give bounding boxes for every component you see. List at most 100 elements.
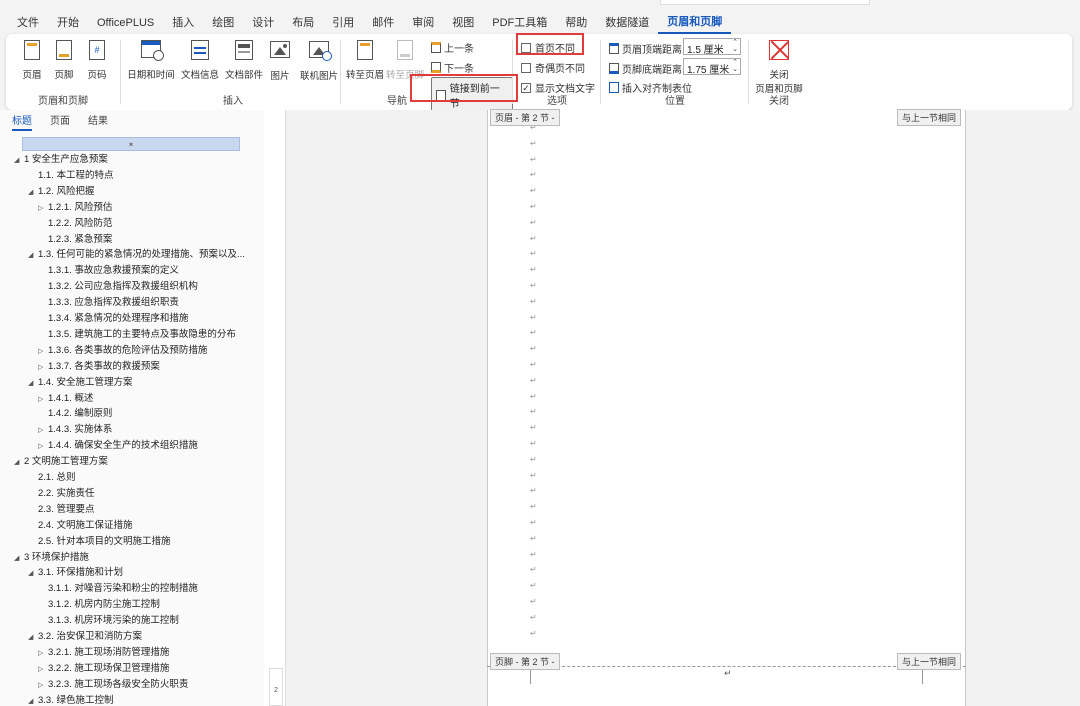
tree-item[interactable]: ▷ 1.4.3. 实施体系 bbox=[38, 422, 112, 438]
goto-header-button[interactable]: 转至页眉 bbox=[345, 38, 385, 81]
tree-item[interactable]: ◢ 3 环境保护措施 bbox=[14, 550, 89, 566]
tab-1[interactable]: 开始 bbox=[48, 12, 88, 34]
tree-item[interactable]: ◢ 3.3. 绿色施工控制 bbox=[28, 693, 114, 706]
tab-3[interactable]: 插入 bbox=[163, 12, 203, 34]
date-time-button[interactable]: 日期和时间 bbox=[127, 38, 175, 81]
expand-toggle-icon[interactable]: ▷ bbox=[38, 392, 48, 408]
tree-item[interactable]: ◢ 1.4. 安全施工管理方案 bbox=[28, 375, 133, 391]
tab-0[interactable]: 文件 bbox=[8, 12, 48, 34]
tab-4[interactable]: 绘图 bbox=[203, 12, 243, 34]
tab-14[interactable]: 页眉和页脚 bbox=[658, 12, 732, 34]
different-odd-even-option[interactable]: 奇偶页不同 bbox=[521, 60, 585, 75]
scroll-to-top-button[interactable]: ⌅ bbox=[22, 137, 240, 151]
expand-toggle-icon[interactable]: ◢ bbox=[14, 153, 24, 169]
expand-toggle-icon[interactable]: ▷ bbox=[38, 646, 48, 662]
tree-item[interactable]: 1.3.5. 建筑施工的主要特点及事故隐患的分布 bbox=[38, 327, 236, 343]
close-header-footer-button[interactable]: 关闭 页眉和页脚 bbox=[755, 38, 803, 95]
tab-results[interactable]: 结果 bbox=[88, 112, 108, 131]
tab-9[interactable]: 审阅 bbox=[403, 12, 443, 34]
tree-item-label: 3.3. 绿色施工控制 bbox=[38, 694, 114, 706]
tree-item[interactable]: ◢ 1.2. 风险把握 bbox=[28, 184, 95, 200]
close-icon bbox=[768, 40, 790, 64]
tab-6[interactable]: 布局 bbox=[283, 12, 323, 34]
tree-item[interactable]: 2.4. 文明施工保证措施 bbox=[28, 518, 133, 534]
tree-item[interactable]: ◢ 1 安全生产应急预案 bbox=[14, 152, 108, 168]
tree-item[interactable]: 2.1. 总则 bbox=[28, 470, 76, 486]
tab-12[interactable]: 帮助 bbox=[556, 12, 596, 34]
tree-item[interactable]: 2.3. 管理要点 bbox=[28, 502, 95, 518]
expand-toggle-icon[interactable]: ◢ bbox=[28, 376, 38, 392]
tab-2[interactable]: OfficePLUS bbox=[88, 12, 163, 34]
tree-item[interactable]: ◢ 3.2. 治安保卫和消防方案 bbox=[28, 629, 142, 645]
tree-item[interactable]: 1.3.4. 紧急情况的处理程序和措施 bbox=[38, 311, 188, 327]
expand-toggle-icon[interactable]: ▷ bbox=[38, 662, 48, 678]
tab-pages[interactable]: 页面 bbox=[50, 112, 70, 131]
tab-11[interactable]: PDF工具箱 bbox=[483, 12, 556, 34]
show-document-text-checkbox[interactable]: ✓ bbox=[521, 82, 531, 93]
tree-item-label: 1.4.4. 确保安全生产的技术组织措施 bbox=[48, 440, 198, 452]
tree-item[interactable]: 3.1.2. 机房内防尘施工控制 bbox=[38, 597, 160, 613]
highlight-box bbox=[516, 33, 584, 55]
doc-parts-button[interactable]: 文档部件 bbox=[222, 38, 266, 81]
tab-5[interactable]: 设计 bbox=[243, 12, 283, 34]
tree-item[interactable]: ▷ 1.4.4. 确保安全生产的技术组织措施 bbox=[38, 438, 198, 454]
expand-toggle-icon[interactable]: ▷ bbox=[38, 360, 48, 376]
tree-item[interactable]: 1.2.3. 紧急预案 bbox=[38, 232, 112, 248]
expand-toggle-icon[interactable]: ◢ bbox=[28, 185, 38, 201]
tree-item[interactable]: 1.3.3. 应急指挥及救援组织职责 bbox=[38, 295, 179, 311]
tree-item[interactable]: 1.2.2. 风险防范 bbox=[38, 216, 112, 232]
expand-toggle-icon[interactable]: ◢ bbox=[28, 694, 38, 706]
tree-item[interactable]: 1.1. 本工程的特点 bbox=[28, 168, 114, 184]
tree-item[interactable]: 3.1.3. 机房环境污染的施工控制 bbox=[38, 613, 179, 629]
expand-toggle-icon[interactable]: ▷ bbox=[38, 439, 48, 455]
tree-item[interactable]: ▷ 1.3.6. 各类事故的危险评估及预防措施 bbox=[38, 343, 207, 359]
tree-item[interactable]: ▷ 1.3.7. 各类事故的救援预案 bbox=[38, 359, 160, 375]
paragraph-mark: ↵ bbox=[530, 249, 537, 259]
next-button[interactable]: 下一条 bbox=[431, 60, 474, 75]
expand-toggle-icon[interactable]: ◢ bbox=[28, 566, 38, 582]
tree-item[interactable]: ◢ 3.1. 环保措施和计划 bbox=[28, 565, 123, 581]
group-label: 关闭 bbox=[769, 96, 789, 107]
expand-toggle-icon[interactable]: ◢ bbox=[28, 630, 38, 646]
expand-toggle-icon[interactable]: ◢ bbox=[28, 248, 38, 264]
expand-toggle-icon[interactable]: ▷ bbox=[38, 423, 48, 439]
spin-arrows-icon[interactable]: ⌃ ⌄ bbox=[732, 39, 738, 53]
doc-info-button[interactable]: 文档信息 bbox=[178, 38, 222, 81]
header-from-top-input[interactable]: 1.5 厘米 ⌃ ⌄ bbox=[683, 38, 741, 56]
different-odd-even-checkbox[interactable] bbox=[521, 62, 531, 73]
tree-item[interactable]: 1.3.1. 事故应急救援预案的定义 bbox=[38, 263, 179, 279]
tab-13[interactable]: 数据隧道 bbox=[596, 12, 658, 34]
page-number-button[interactable]: # 页码 bbox=[77, 38, 117, 81]
tree-item[interactable]: ▷ 1.4.1. 概述 bbox=[38, 391, 93, 407]
tree-item[interactable]: ▷ 3.2.1. 施工现场消防管理措施 bbox=[38, 645, 169, 661]
tree-item[interactable]: 2.5. 针对本项目的文明施工措施 bbox=[28, 534, 171, 550]
expand-toggle-icon[interactable]: ▷ bbox=[38, 678, 48, 694]
tab-10[interactable]: 视图 bbox=[443, 12, 483, 34]
tree-item[interactable]: 1.4.2. 编制原则 bbox=[38, 406, 112, 422]
online-picture-button[interactable]: 联机图片 bbox=[297, 38, 341, 82]
expand-toggle-icon[interactable]: ▷ bbox=[38, 201, 48, 217]
tree-item[interactable]: ◢ 2 文明施工管理方案 bbox=[14, 454, 108, 470]
picture-button[interactable]: 图片 bbox=[262, 38, 298, 82]
footer-cursor-mark: ↵ bbox=[724, 668, 732, 678]
previous-button[interactable]: 上一条 bbox=[431, 40, 474, 55]
tab-headings[interactable]: 标题 bbox=[12, 112, 32, 131]
expand-toggle-icon[interactable]: ◢ bbox=[14, 455, 24, 471]
tab-7[interactable]: 引用 bbox=[323, 12, 363, 34]
tree-item[interactable]: 2.2. 实施责任 bbox=[28, 486, 95, 502]
footer-from-bottom-input[interactable]: 1.75 厘米 ⌃ ⌄ bbox=[683, 58, 741, 76]
tab-8[interactable]: 邮件 bbox=[363, 12, 403, 34]
paragraph-mark: ↵ bbox=[530, 612, 537, 622]
tree-item[interactable]: ▷ 3.2.2. 施工现场保卫管理措施 bbox=[38, 661, 169, 677]
expand-toggle-icon[interactable]: ◢ bbox=[14, 551, 24, 567]
tree-item[interactable]: ◢ 1.3. 任何可能的紧急情况的处理措施、预案以及... bbox=[28, 247, 245, 263]
tree-item[interactable]: 1.3.2. 公司应急指挥及救援组织机构 bbox=[38, 279, 198, 295]
tree-item[interactable]: ▷ 1.2.1. 风险预估 bbox=[38, 200, 112, 216]
tree-item-label: 1.3.3. 应急指挥及救援组织职责 bbox=[48, 297, 179, 309]
previous-icon bbox=[431, 42, 441, 53]
tree-item[interactable]: ▷ 3.2.3. 施工现场各级安全防火职责 bbox=[38, 677, 188, 693]
spin-arrows-icon[interactable]: ⌃ ⌄ bbox=[732, 59, 738, 73]
document-page[interactable] bbox=[487, 110, 966, 706]
expand-toggle-icon[interactable]: ▷ bbox=[38, 344, 48, 360]
tree-item[interactable]: 3.1.1. 对噪音污染和粉尘的控制措施 bbox=[38, 581, 198, 597]
